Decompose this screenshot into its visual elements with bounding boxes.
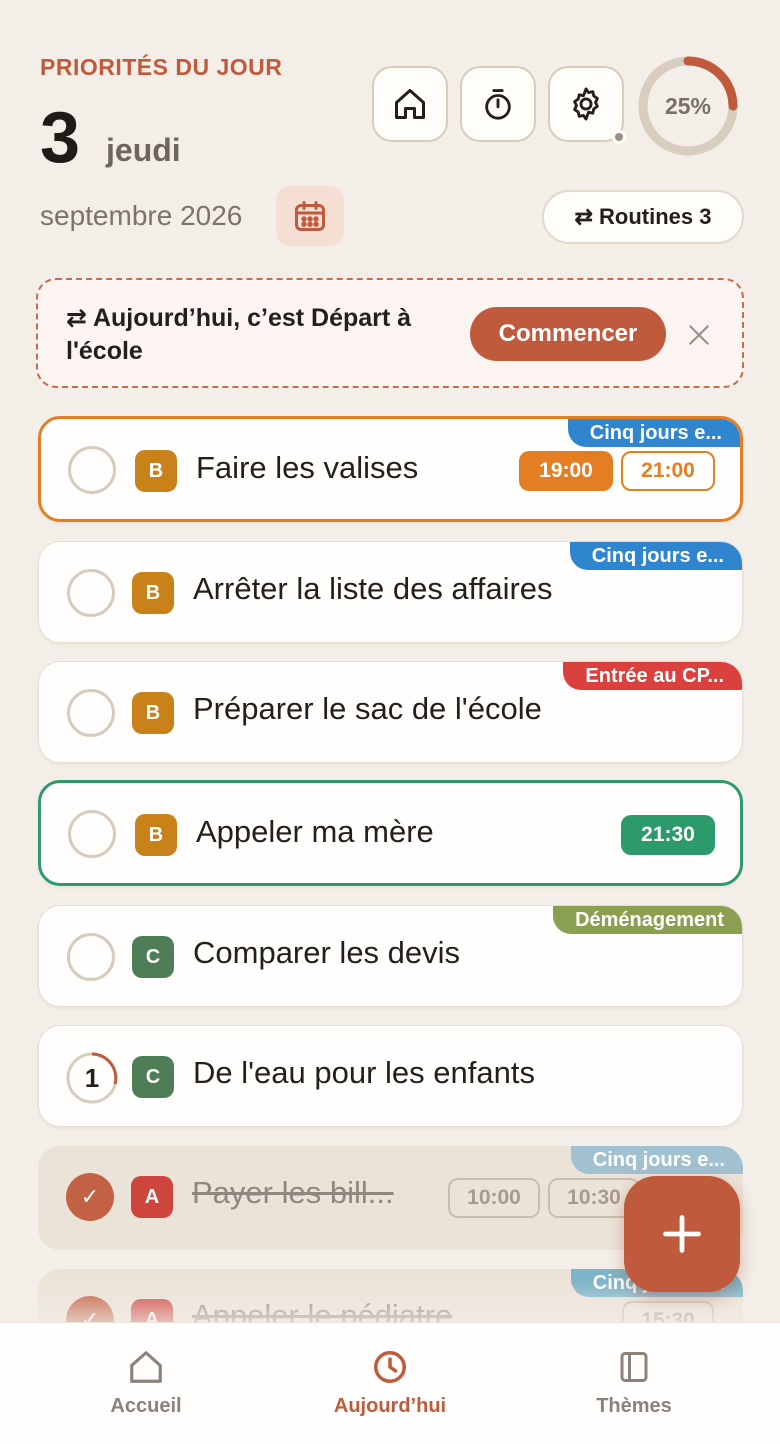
add-task-button[interactable]: [624, 1176, 740, 1292]
daily-progress-label: 25%: [664, 92, 712, 119]
task-checkbox[interactable]: [68, 446, 116, 494]
settings-button[interactable]: [548, 66, 626, 144]
task-checkbox[interactable]: [68, 810, 116, 858]
routines-button[interactable]: ⇄ Routines 3: [542, 190, 744, 244]
task-title: De l'eau pour les enfants: [193, 1055, 535, 1090]
task-card[interactable]: B Faire les valises Cinq jours e... 19:0…: [38, 416, 743, 522]
nav-label: Aujourd’hui: [333, 1395, 447, 1417]
priority-badge: B: [135, 814, 177, 856]
stopwatch-icon: [485, 89, 511, 120]
priority-badge: C: [132, 1056, 174, 1098]
priority-badge: B: [135, 450, 177, 492]
priority-badge: B: [132, 572, 174, 614]
theme-tag: Cinq jours e...: [569, 542, 742, 570]
task-card[interactable]: 1 C De l'eau pour les enfants: [38, 1025, 743, 1127]
close-icon: [689, 325, 709, 345]
home-button[interactable]: [372, 66, 448, 142]
task-title: Arrêter la liste des affaires: [193, 571, 553, 606]
bottom-navigation: Accueil Aujourd’hui Thèmes: [0, 1322, 780, 1444]
book-icon: [620, 1352, 648, 1382]
theme-tag: Cinq jours e...: [567, 419, 740, 447]
task-title: Faire les valises: [196, 450, 419, 485]
nav-label: Thèmes: [596, 1395, 672, 1417]
task-checkbox[interactable]: [67, 689, 115, 737]
theme-tag: Déménagement: [553, 906, 742, 934]
nav-label: Accueil: [110, 1395, 182, 1417]
plus-icon: [663, 1215, 701, 1253]
theme-tag: Entrée au CP...: [563, 662, 742, 690]
priority-badge: C: [132, 936, 174, 978]
subtask-count: 1: [84, 1062, 100, 1093]
nav-item-today[interactable]: Aujourd’hui: [290, 1323, 490, 1444]
gear-icon: [573, 87, 599, 121]
task-checkbox-checked[interactable]: ✓: [66, 1173, 114, 1221]
dismiss-banner-button[interactable]: [684, 320, 714, 350]
home-icon: [395, 89, 425, 119]
task-card[interactable]: C Comparer les devis Déménagement: [38, 905, 743, 1007]
start-time-chip: 19:00: [519, 451, 613, 491]
task-card[interactable]: B Préparer le sac de l'école Entrée au C…: [38, 661, 743, 763]
calendar-button[interactable]: [276, 186, 344, 246]
month-year: septembre 2026: [40, 200, 243, 231]
start-routine-button[interactable]: Commencer: [470, 307, 666, 361]
task-title: Préparer le sac de l'école: [193, 691, 542, 726]
task-card[interactable]: B Arrêter la liste des affaires Cinq jou…: [38, 541, 743, 643]
day-number: 3: [40, 98, 81, 178]
end-time-chip: 21:00: [621, 451, 715, 491]
task-card[interactable]: B Appeler ma mère 21:30: [38, 780, 743, 886]
task-checkbox[interactable]: [67, 933, 115, 981]
priority-badge: B: [132, 692, 174, 734]
page-eyebrow: PRIORITÉS DU JOUR: [40, 54, 283, 80]
calendar-icon: [295, 201, 325, 231]
start-time-chip: 10:00: [448, 1178, 540, 1218]
task-title: Appeler ma mère: [196, 814, 434, 849]
routine-banner: ⇄ Aujourd’hui, c’est Départ à l'école Co…: [36, 278, 744, 388]
clock-icon: [374, 1351, 406, 1383]
task-title: Comparer les devis: [193, 935, 461, 970]
timer-button[interactable]: [460, 66, 536, 142]
weekday: jeudi: [106, 132, 181, 168]
header: PRIORITÉS DU JOUR 3 jeudi septembre 2026…: [0, 0, 780, 270]
task-title: Payer les bill...: [192, 1175, 394, 1210]
theme-tag: Cinq jours e...: [570, 1146, 743, 1174]
home-icon: [130, 1351, 162, 1383]
task-checkbox[interactable]: [67, 569, 115, 617]
nav-item-home[interactable]: Accueil: [46, 1323, 246, 1444]
priority-badge: A: [131, 1176, 173, 1218]
settings-status-dot: [612, 130, 626, 144]
nav-item-themes[interactable]: Thèmes: [534, 1323, 734, 1444]
routine-banner-text: ⇄ Aujourd’hui, c’est Départ à l'école: [66, 304, 412, 365]
time-chip: 21:30: [621, 815, 715, 855]
